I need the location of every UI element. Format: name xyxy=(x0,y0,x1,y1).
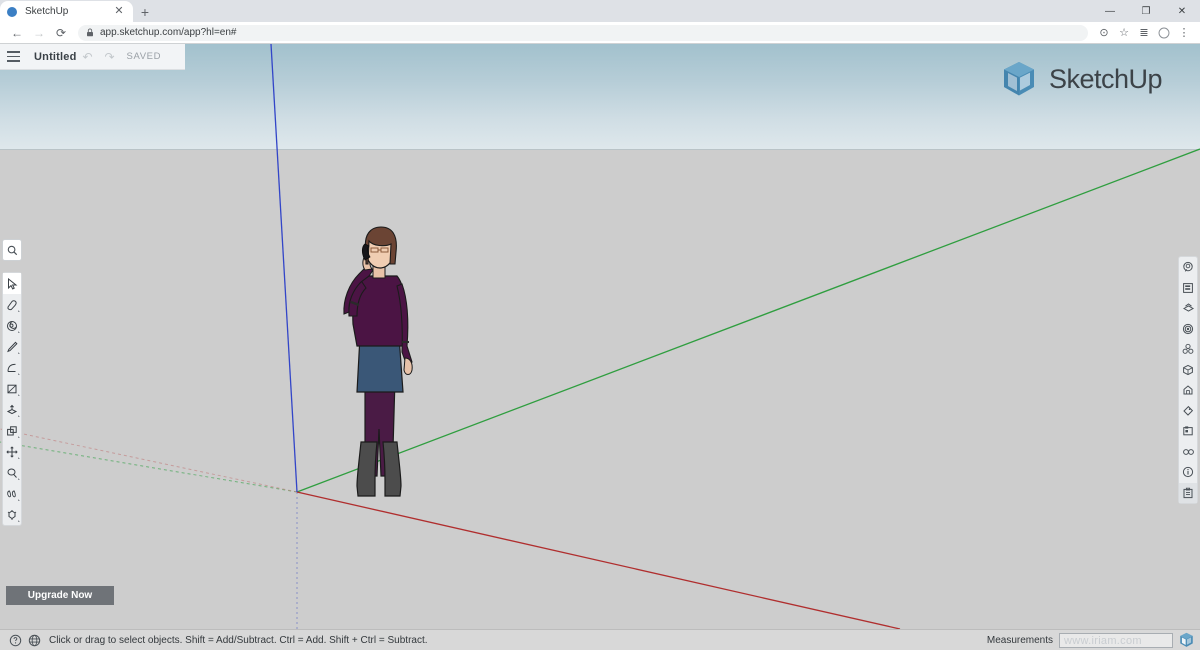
undo-button[interactable]: ↶ xyxy=(77,50,99,64)
save-status-badge: SAVED xyxy=(126,51,162,62)
eraser-icon xyxy=(7,299,17,310)
address-bar[interactable]: app.sketchup.com/app?hl=en# xyxy=(78,24,1088,41)
scale-icon xyxy=(7,509,17,520)
status-bar-right: Measurements www.iriam.com xyxy=(987,632,1194,648)
instructor-icon xyxy=(1183,262,1193,272)
reload-button[interactable]: ⟳ xyxy=(50,23,72,43)
info-circle-icon xyxy=(1182,467,1194,478)
model-viewport[interactable]: SketchUp Upgrade Now xyxy=(0,44,1200,629)
scenes-icon xyxy=(1183,426,1193,436)
instructor-panel-button[interactable] xyxy=(1179,257,1197,278)
rotate-icon xyxy=(7,468,17,478)
extensions-panel-button[interactable] xyxy=(1179,482,1197,503)
document-title[interactable]: Untitled xyxy=(34,51,77,63)
push-pull-tool[interactable] xyxy=(3,399,21,420)
scale-figure-woman-on-phone[interactable] xyxy=(335,224,425,499)
styles-panel-button[interactable] xyxy=(1179,319,1197,340)
arc-icon xyxy=(7,363,16,372)
maximize-button[interactable]: ❐ xyxy=(1128,0,1164,22)
measurements-label: Measurements xyxy=(986,634,1053,646)
extensions-icon xyxy=(1183,487,1193,498)
close-button[interactable]: ✕ xyxy=(1164,0,1200,22)
arrow-cursor-icon xyxy=(7,277,17,290)
sketchup-wordmark: SketchUp xyxy=(1048,63,1163,94)
chrome-menu-icon[interactable]: ⋮ xyxy=(1174,24,1194,42)
globe-icon[interactable] xyxy=(25,631,44,650)
watermark-text: www.iriam.com xyxy=(1064,634,1142,647)
status-bar: Click or drag to select objects. Shift =… xyxy=(0,629,1200,650)
materials-panel-button[interactable] xyxy=(1179,298,1197,319)
pencil-icon xyxy=(7,341,18,352)
entity-info-panel-button[interactable] xyxy=(1179,278,1197,299)
lock-icon xyxy=(86,28,94,37)
select-tool[interactable] xyxy=(3,273,21,294)
entity-info-icon xyxy=(1183,282,1193,293)
measurements-input[interactable]: www.iriam.com xyxy=(1059,632,1173,648)
scenes-panel-button[interactable] xyxy=(1179,421,1197,442)
paint-bucket-icon xyxy=(7,320,17,331)
sketchup-cube-logo xyxy=(1003,62,1034,96)
new-tab-button[interactable]: + xyxy=(133,2,157,22)
rectangle-icon xyxy=(7,384,17,393)
tape-measure-tool[interactable] xyxy=(3,483,21,504)
sketchup-app-bar: Untitled ↶ ↷ SAVED xyxy=(0,44,185,70)
forward-button[interactable]: → xyxy=(28,23,50,43)
components-icon xyxy=(1182,344,1194,355)
offset-icon xyxy=(7,425,17,435)
rotate-tool[interactable] xyxy=(3,462,21,483)
browser-tab-strip: SketchUp ✕ + — ❐ ✕ xyxy=(0,0,1200,22)
address-bar-url: app.sketchup.com/app?hl=en# xyxy=(100,27,237,38)
offset-tool[interactable] xyxy=(3,420,21,441)
move-arrows-icon xyxy=(6,445,18,458)
tab-title: SketchUp xyxy=(25,6,69,17)
eraser-tool[interactable] xyxy=(3,294,21,315)
3d-warehouse-button[interactable] xyxy=(1179,360,1197,381)
paint-bucket-tool[interactable] xyxy=(3,315,21,336)
outliner-panel-button[interactable] xyxy=(1179,380,1197,401)
cube-box-icon xyxy=(1183,364,1193,375)
styles-target-icon xyxy=(1182,323,1194,334)
browser-tab-sketchup[interactable]: SketchUp ✕ xyxy=(0,1,133,22)
outliner-home-icon xyxy=(1183,385,1193,395)
search-icon xyxy=(7,245,17,255)
model-axes xyxy=(0,44,1200,629)
stereo-view-button[interactable] xyxy=(1179,442,1197,463)
sketchup-brand-logo: SketchUp xyxy=(1001,60,1163,98)
infinity-icon xyxy=(1182,448,1194,455)
search-tool[interactable] xyxy=(2,239,22,261)
rectangle-tool[interactable] xyxy=(3,378,21,399)
right-panel-palette xyxy=(1178,256,1198,504)
browser-toolbar: ← → ⟳ app.sketchup.com/app?hl=en# ⊙ ☆ ≣ … xyxy=(0,22,1200,44)
scale-tool[interactable] xyxy=(3,504,21,525)
hamburger-menu-icon[interactable] xyxy=(0,51,26,62)
move-tool[interactable] xyxy=(3,441,21,462)
materials-icon xyxy=(1182,303,1194,312)
push-pull-icon xyxy=(6,404,18,414)
back-button[interactable]: ← xyxy=(6,23,28,43)
window-controls: — ❐ ✕ xyxy=(1092,0,1200,22)
bookmark-star-icon[interactable]: ☆ xyxy=(1114,24,1134,42)
help-circle-icon[interactable] xyxy=(6,631,25,650)
tags-panel-button[interactable] xyxy=(1179,401,1197,422)
reading-list-icon[interactable]: ≣ xyxy=(1134,24,1154,42)
components-panel-button[interactable] xyxy=(1179,339,1197,360)
line-tool[interactable] xyxy=(3,336,21,357)
left-tool-palette xyxy=(2,272,22,526)
sketchup-cube-logo xyxy=(1180,632,1193,647)
redo-button[interactable]: ↷ xyxy=(99,50,121,64)
share-icon[interactable]: ⊙ xyxy=(1094,24,1114,42)
sketchup-favicon xyxy=(7,6,17,17)
close-icon[interactable]: ✕ xyxy=(112,6,126,17)
status-message: Click or drag to select objects. Shift =… xyxy=(49,634,428,646)
model-info-button[interactable] xyxy=(1179,462,1197,483)
upgrade-now-button[interactable]: Upgrade Now xyxy=(6,586,114,605)
arc-tool[interactable] xyxy=(3,357,21,378)
tag-icon xyxy=(1183,405,1194,416)
tape-measure-icon xyxy=(7,490,16,497)
profile-icon[interactable] xyxy=(1154,24,1174,42)
minimize-button[interactable]: — xyxy=(1092,0,1128,22)
